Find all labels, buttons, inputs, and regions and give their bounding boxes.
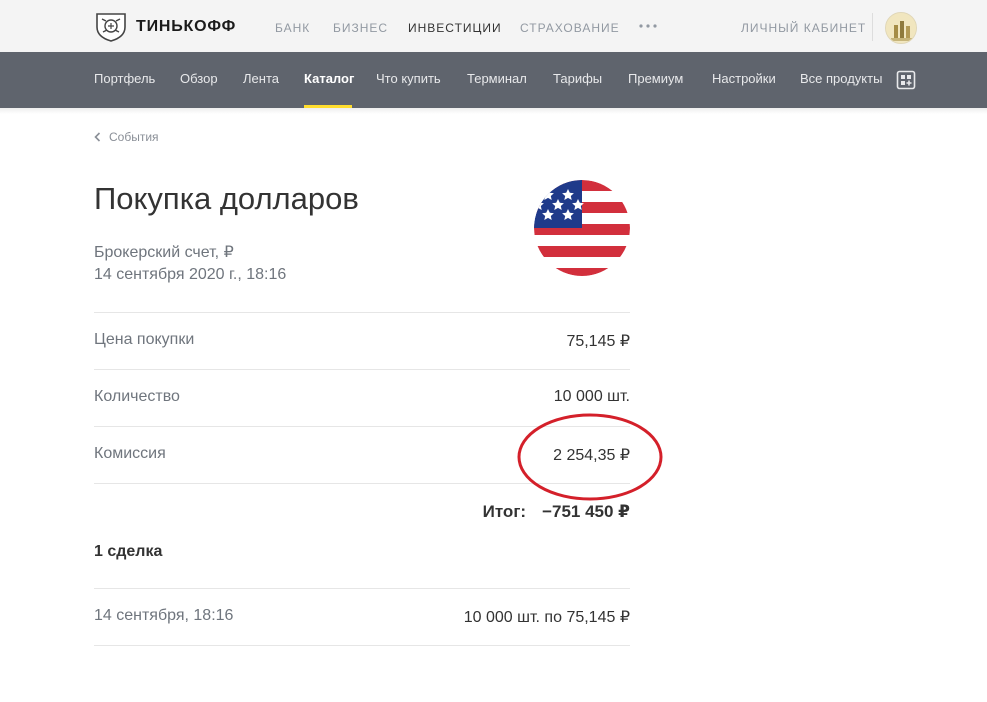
deal-datetime: 14 сентября, 18:16 — [94, 607, 234, 624]
nav-tab-settings[interactable]: Настройки — [712, 71, 776, 86]
quantity-value: 10 000 шт. — [553, 388, 630, 405]
nav-tab-overview[interactable]: Обзор — [180, 71, 218, 86]
top-nav-item-bank[interactable]: БАНК — [275, 21, 310, 35]
deals-heading: 1 сделка — [94, 543, 163, 560]
more-dots-icon[interactable] — [638, 22, 658, 30]
breadcrumb-label: События — [109, 130, 159, 144]
nav-tab-terminal[interactable]: Терминал — [467, 71, 527, 86]
total-label: Итог: — [482, 502, 527, 521]
top-nav-item-insurance[interactable]: СТРАХОВАНИЕ — [520, 21, 620, 35]
total-row: Итог: −751 450 ₽ — [483, 502, 630, 522]
divider — [94, 369, 630, 370]
account-name: Брокерский счет, ₽ — [94, 244, 234, 261]
red-highlight-ellipse — [517, 413, 663, 501]
nav-tab-premium[interactable]: Премиум — [628, 71, 683, 86]
us-flag-icon — [534, 180, 630, 276]
chevron-left-icon — [94, 132, 101, 142]
nav-tab-feed[interactable]: Лента — [243, 71, 279, 86]
avatar-image — [886, 13, 916, 43]
divider — [94, 588, 630, 589]
nav-tab-what-to-buy[interactable]: Что купить — [376, 71, 441, 86]
topbar-divider — [872, 13, 873, 41]
avatar[interactable] — [885, 12, 917, 44]
purchase-price-label: Цена покупки — [94, 331, 195, 348]
top-nav-item-investments[interactable]: ИНВЕСТИЦИИ — [408, 21, 502, 35]
commission-label: Комиссия — [94, 445, 166, 462]
divider — [94, 645, 630, 646]
operation-datetime: 14 сентября 2020 г., 18:16 — [94, 266, 287, 283]
page-title: Покупка долларов — [94, 181, 359, 216]
nav-tab-catalog[interactable]: Каталог — [304, 71, 354, 86]
nav-tab-portfolio[interactable]: Портфель — [94, 71, 155, 86]
deal-summary: 10 000 шт. по 75,145 ₽ — [463, 609, 630, 626]
nav-tab-all-products[interactable]: Все продукты — [800, 71, 882, 86]
nav-shadow — [0, 108, 987, 114]
grid-plus-icon[interactable] — [896, 70, 916, 90]
total-value: −751 450 ₽ — [542, 502, 630, 521]
purchase-price-value: 75,145 ₽ — [566, 333, 630, 350]
quantity-label: Количество — [94, 388, 180, 405]
back-to-events-link[interactable]: События — [94, 130, 159, 144]
nav-tab-tariffs[interactable]: Тарифы — [553, 71, 602, 86]
top-bar: ТИНЬКОФФ БАНК БИЗНЕС ИНВЕСТИЦИИ СТРАХОВА… — [0, 0, 987, 52]
investments-nav: Портфель Обзор Лента Каталог Что купить … — [0, 52, 987, 108]
top-nav-item-business[interactable]: БИЗНЕС — [333, 21, 388, 35]
divider — [94, 312, 630, 313]
personal-account-link[interactable]: ЛИЧНЫЙ КАБИНЕТ — [741, 21, 866, 35]
